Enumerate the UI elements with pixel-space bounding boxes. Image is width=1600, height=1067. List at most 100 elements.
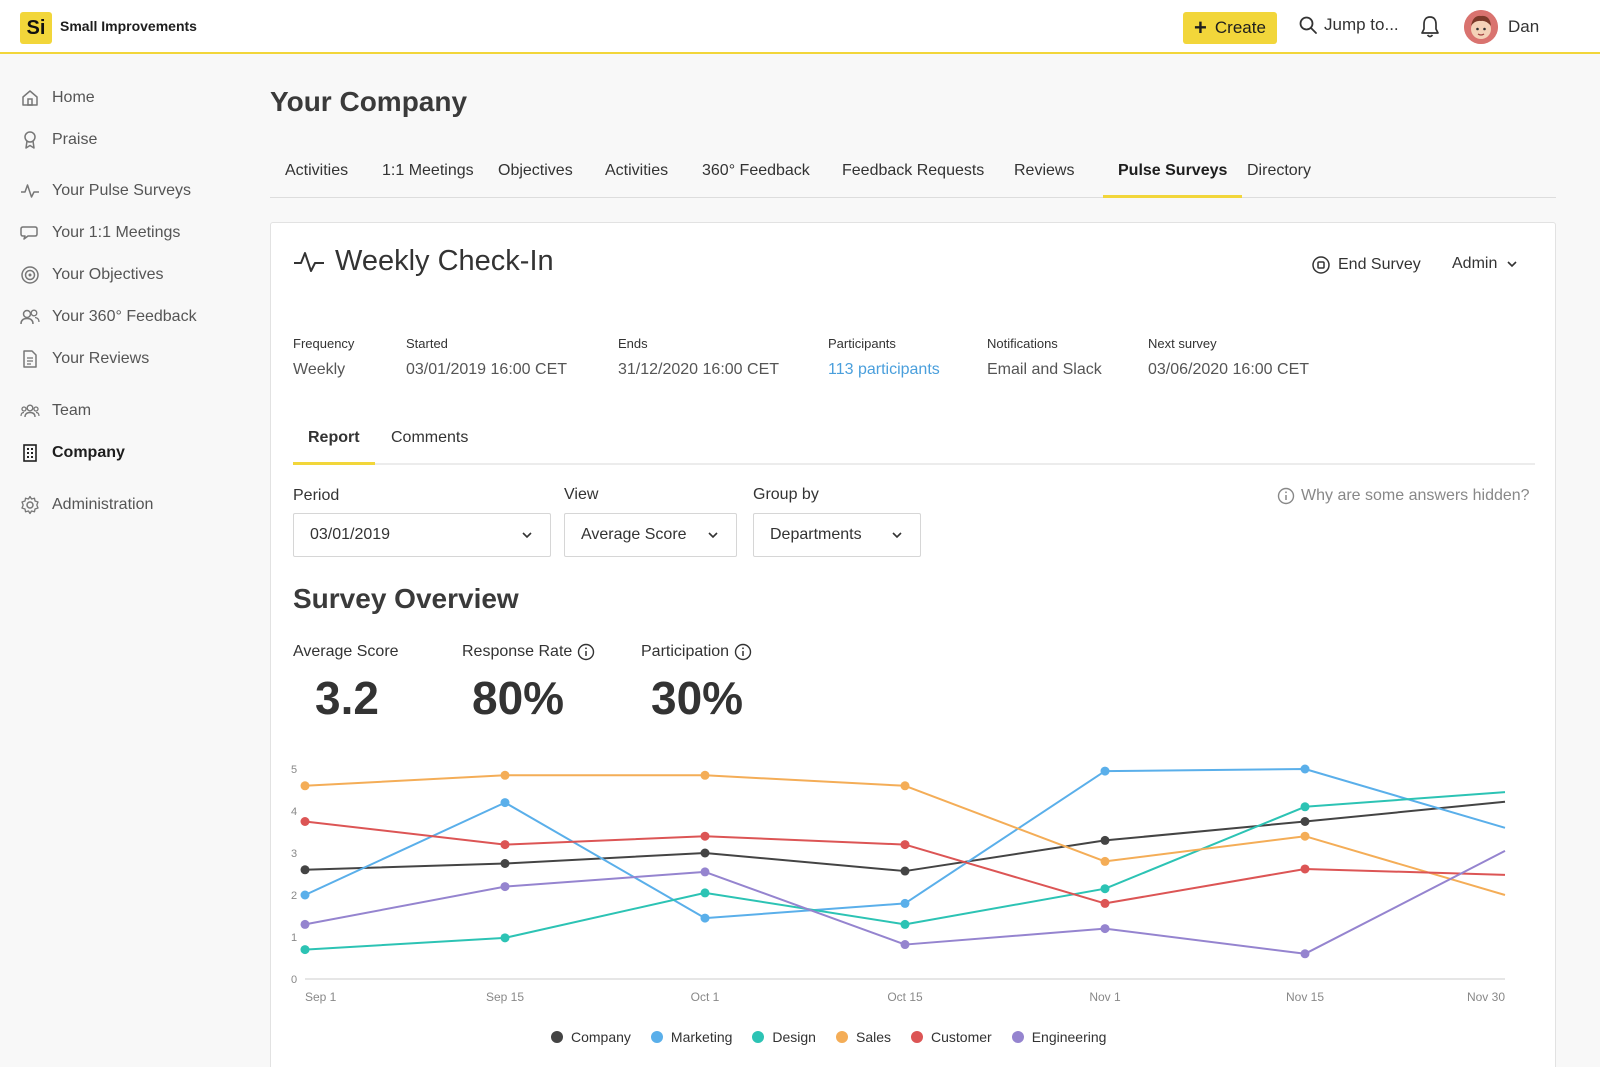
- admin-dropdown[interactable]: Admin: [1452, 255, 1519, 273]
- hidden-answers-link[interactable]: Why are some answers hidden?: [1277, 487, 1530, 505]
- data-point-marketing[interactable]: [1300, 764, 1310, 774]
- create-button[interactable]: + Create: [1183, 12, 1277, 44]
- data-point-design[interactable]: [900, 919, 910, 929]
- data-point-sales[interactable]: [1300, 831, 1310, 841]
- data-point-sales[interactable]: [1100, 856, 1110, 866]
- sidebar-item-home[interactable]: Home: [20, 85, 95, 111]
- meta-frequency: Frequency Weekly: [293, 336, 354, 379]
- sidebar-item-label: Your Pulse Surveys: [52, 182, 192, 199]
- sidebar-item-label: Administration: [52, 496, 154, 513]
- tab-reviews[interactable]: Reviews: [999, 162, 1089, 198]
- y-tick-label: 0: [291, 974, 297, 986]
- data-point-company[interactable]: [1100, 835, 1110, 845]
- data-point-company[interactable]: [900, 866, 910, 876]
- bell-icon[interactable]: [1417, 14, 1443, 40]
- data-point-engineering[interactable]: [900, 940, 910, 950]
- data-point-design[interactable]: [300, 945, 310, 955]
- sidebar-item-team[interactable]: Team: [20, 398, 91, 424]
- data-point-sales[interactable]: [900, 781, 910, 791]
- data-point-engineering[interactable]: [300, 919, 310, 929]
- legend-item-marketing[interactable]: Marketing: [650, 1029, 733, 1045]
- legend-item-design[interactable]: Design: [752, 1029, 816, 1045]
- data-point-design[interactable]: [700, 888, 710, 898]
- sidebar-item-company[interactable]: Company: [20, 440, 125, 466]
- y-tick-label: 3: [291, 848, 297, 860]
- tab-comments[interactable]: Comments: [391, 429, 468, 465]
- legend-label: Design: [772, 1029, 816, 1045]
- data-point-company[interactable]: [700, 848, 710, 858]
- data-point-marketing[interactable]: [700, 913, 710, 923]
- sidebar-item-administration[interactable]: Administration: [20, 492, 153, 518]
- group-by-select[interactable]: Departments: [753, 513, 921, 557]
- chevron-down-icon: [1507, 261, 1517, 268]
- search-icon: [1299, 16, 1317, 34]
- app-logo[interactable]: Si: [20, 12, 52, 44]
- meta-label: Started: [406, 336, 448, 351]
- sidebar-item-pulse-surveys[interactable]: Your Pulse Surveys: [20, 178, 191, 204]
- data-point-company[interactable]: [1300, 817, 1310, 826]
- tab-directory[interactable]: Directory: [1232, 162, 1326, 198]
- sidebar-item-label: Your Objectives: [52, 266, 164, 283]
- data-point-engineering[interactable]: [1300, 949, 1310, 959]
- data-point-marketing[interactable]: [300, 890, 310, 900]
- data-point-customer[interactable]: [1100, 898, 1110, 908]
- tab-activities-2[interactable]: Activities: [590, 162, 683, 198]
- tab-360-feedback[interactable]: 360° Feedback: [687, 162, 825, 198]
- avatar[interactable]: [1464, 10, 1498, 44]
- info-icon[interactable]: [734, 643, 752, 661]
- jump-to-search[interactable]: Jump to...: [1298, 15, 1399, 35]
- data-point-sales[interactable]: [700, 770, 710, 780]
- sidebar-item-praise[interactable]: Praise: [20, 127, 97, 153]
- end-survey-label: End Survey: [1338, 256, 1421, 273]
- legend-item-company[interactable]: Company: [551, 1029, 631, 1045]
- user-name[interactable]: Dan: [1508, 17, 1539, 37]
- data-point-marketing[interactable]: [500, 798, 510, 808]
- tab-pulse-surveys[interactable]: Pulse Surveys: [1103, 162, 1243, 198]
- data-point-marketing[interactable]: [1100, 766, 1110, 776]
- legend-item-customer[interactable]: Customer: [911, 1029, 992, 1045]
- tab-meetings[interactable]: 1:1 Meetings: [367, 162, 489, 198]
- end-survey-button[interactable]: End Survey: [1311, 255, 1421, 275]
- x-tick-label: Nov 1: [1089, 990, 1121, 1004]
- data-point-customer[interactable]: [500, 840, 510, 850]
- x-tick-label: Sep 15: [486, 990, 524, 1004]
- group-by-value: Departments: [770, 526, 862, 543]
- data-point-engineering[interactable]: [700, 867, 710, 877]
- data-point-customer[interactable]: [1300, 864, 1310, 874]
- view-label: View: [564, 486, 599, 503]
- data-point-customer[interactable]: [700, 831, 710, 841]
- view-select[interactable]: Average Score: [564, 513, 737, 557]
- data-point-company[interactable]: [500, 859, 510, 868]
- data-point-sales[interactable]: [500, 770, 510, 780]
- sidebar-item-360-feedback[interactable]: Your 360° Feedback: [20, 304, 197, 330]
- meta-value: Email and Slack: [987, 361, 1102, 378]
- data-point-marketing[interactable]: [900, 898, 910, 908]
- sidebar-item-objectives[interactable]: Your Objectives: [20, 262, 163, 288]
- data-point-customer[interactable]: [900, 840, 910, 850]
- legend-item-sales[interactable]: Sales: [835, 1029, 891, 1045]
- legend-dot-icon: [911, 1031, 924, 1043]
- sidebar-item-meetings[interactable]: Your 1:1 Meetings: [20, 220, 180, 246]
- info-icon[interactable]: [577, 643, 595, 661]
- data-point-customer[interactable]: [300, 817, 310, 826]
- data-point-sales[interactable]: [300, 781, 310, 791]
- tab-feedback-requests[interactable]: Feedback Requests: [827, 162, 999, 198]
- participants-link[interactable]: 113 participants: [828, 361, 940, 379]
- data-point-company[interactable]: [300, 865, 310, 875]
- data-point-engineering[interactable]: [500, 882, 510, 892]
- legend-label: Marketing: [670, 1029, 733, 1045]
- legend-item-engineering[interactable]: Engineering: [1011, 1029, 1106, 1045]
- legend-label: Customer: [931, 1029, 992, 1045]
- tab-objectives[interactable]: Objectives: [483, 162, 588, 198]
- meta-label: Ends: [618, 336, 648, 351]
- tab-activities[interactable]: Activities: [270, 162, 363, 198]
- data-point-engineering[interactable]: [1100, 924, 1110, 934]
- sidebar-item-reviews[interactable]: Your Reviews: [20, 346, 149, 372]
- data-point-design[interactable]: [500, 933, 510, 943]
- period-select[interactable]: 03/01/2019: [293, 513, 551, 557]
- x-tick-label: Oct 1: [691, 990, 720, 1004]
- data-point-design[interactable]: [1100, 884, 1110, 894]
- data-point-design[interactable]: [1300, 802, 1310, 812]
- meta-notifications: Notifications Email and Slack: [987, 336, 1102, 379]
- tab-report[interactable]: Report: [293, 429, 375, 465]
